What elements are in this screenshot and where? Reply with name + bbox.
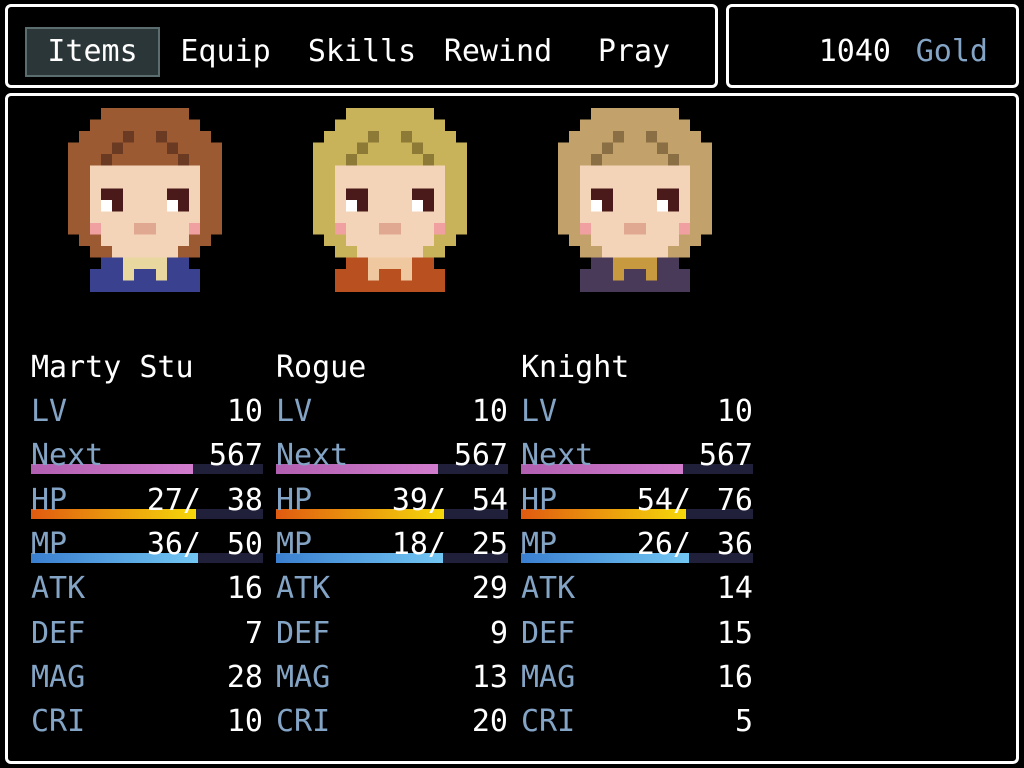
stat-hp: HP 27/ 38 xyxy=(31,479,263,523)
stat-atk: ATK 29 xyxy=(276,567,508,611)
stat-value-mag: 16 xyxy=(716,660,753,695)
stat-mag: MAG 16 xyxy=(521,656,753,700)
stat-label-cri: CRI xyxy=(276,704,331,739)
stat-cri: CRI 10 xyxy=(31,700,263,744)
command-pray[interactable]: Pray xyxy=(584,27,684,77)
stat-label-hp: HP xyxy=(521,483,558,518)
stat-label-next: Next xyxy=(276,438,349,473)
stat-next: Next 567 xyxy=(521,434,753,478)
stat-hp: HP 39/ 54 xyxy=(276,479,508,523)
stat-label-lv: LV xyxy=(521,394,558,429)
actor-name: Knight xyxy=(521,350,630,385)
stat-label-atk: ATK xyxy=(31,571,86,606)
stat-label-mp: MP xyxy=(31,527,68,562)
stat-label-mp: MP xyxy=(276,527,313,562)
stat-label-lv: LV xyxy=(31,394,68,429)
stat-label-cri: CRI xyxy=(521,704,576,739)
stat-atk: ATK 16 xyxy=(31,567,263,611)
actor-column[interactable]: Rogue LV 10 Next 567 HP 39/ 54 MP 18/ 25… xyxy=(256,96,508,767)
command-skills[interactable]: Skills xyxy=(302,27,422,77)
actor-face-portrait xyxy=(547,108,723,292)
stat-label-hp: HP xyxy=(276,483,313,518)
stat-hp: HP 54/ 76 xyxy=(521,479,753,523)
stat-label-next: Next xyxy=(31,438,104,473)
stat-label-mp: MP xyxy=(521,527,558,562)
stat-value-next: 567 xyxy=(208,438,263,473)
stat-value-hp-current: 39/ xyxy=(391,483,446,518)
stat-next: Next 567 xyxy=(31,434,263,478)
stat-label-atk: ATK xyxy=(521,571,576,606)
gold-window: 1040 Gold xyxy=(726,4,1019,88)
stat-value-atk: 14 xyxy=(716,571,753,606)
stat-value-mp-max: 25 xyxy=(471,527,508,562)
actor-name: Rogue xyxy=(276,350,367,385)
stat-def: DEF 15 xyxy=(521,612,753,656)
gold-amount: 1040 xyxy=(818,34,891,69)
actor-face-portrait xyxy=(57,108,233,292)
stat-value-mp-current: 18/ xyxy=(391,527,446,562)
party-status-window: Marty Stu LV 10 Next 567 HP 27/ 38 MP 36… xyxy=(5,93,1019,764)
stat-mp: MP 18/ 25 xyxy=(276,523,508,567)
stat-value-hp-max: 76 xyxy=(716,483,753,518)
stat-next: Next 567 xyxy=(276,434,508,478)
stat-value-lv: 10 xyxy=(716,394,753,429)
command-rewind[interactable]: Rewind xyxy=(438,27,558,77)
stat-value-cri: 5 xyxy=(734,704,753,739)
stat-value-next: 567 xyxy=(453,438,508,473)
stat-label-mag: MAG xyxy=(276,660,331,695)
actor-face-portrait xyxy=(302,108,478,292)
stat-cri: CRI 5 xyxy=(521,700,753,744)
stat-label-def: DEF xyxy=(521,616,576,651)
stat-value-hp-max: 54 xyxy=(471,483,508,518)
command-items[interactable]: Items xyxy=(25,27,160,77)
stat-value-hp-current: 27/ xyxy=(146,483,201,518)
stat-mag: MAG 28 xyxy=(31,656,263,700)
actor-column[interactable]: Knight LV 10 Next 567 HP 54/ 76 MP 26/ 3… xyxy=(501,96,753,767)
stat-value-mp-max: 50 xyxy=(226,527,263,562)
stat-value-mp-current: 36/ xyxy=(146,527,201,562)
stat-atk: ATK 14 xyxy=(521,567,753,611)
actor-name: Marty Stu xyxy=(31,350,194,385)
stat-label-next: Next xyxy=(521,438,594,473)
stat-mp: MP 26/ 36 xyxy=(521,523,753,567)
stat-lv: LV 10 xyxy=(521,390,753,434)
stat-value-hp-max: 38 xyxy=(226,483,263,518)
stat-lv: LV 10 xyxy=(276,390,508,434)
stat-value-next: 567 xyxy=(698,438,753,473)
stat-label-def: DEF xyxy=(276,616,331,651)
stat-label-mag: MAG xyxy=(521,660,576,695)
stat-mp: MP 36/ 50 xyxy=(31,523,263,567)
stat-value-def: 15 xyxy=(716,616,753,651)
stat-label-atk: ATK xyxy=(276,571,331,606)
stat-mag: MAG 13 xyxy=(276,656,508,700)
stat-cri: CRI 20 xyxy=(276,700,508,744)
stat-def: DEF 9 xyxy=(276,612,508,656)
stat-value-hp-current: 54/ xyxy=(636,483,691,518)
stat-label-cri: CRI xyxy=(31,704,86,739)
command-window: Items Equip Skills Rewind Pray xyxy=(5,4,718,88)
stat-label-mag: MAG xyxy=(31,660,86,695)
command-equip[interactable]: Equip xyxy=(173,27,278,77)
stat-label-hp: HP xyxy=(31,483,68,518)
stat-label-def: DEF xyxy=(31,616,86,651)
stat-value-mp-max: 36 xyxy=(716,527,753,562)
stat-def: DEF 7 xyxy=(31,612,263,656)
stat-lv: LV 10 xyxy=(31,390,263,434)
gold-unit-label: Gold xyxy=(915,34,988,69)
stat-value-mp-current: 26/ xyxy=(636,527,691,562)
actor-column[interactable]: Marty Stu LV 10 Next 567 HP 27/ 38 MP 36… xyxy=(11,96,263,767)
stat-label-lv: LV xyxy=(276,394,313,429)
